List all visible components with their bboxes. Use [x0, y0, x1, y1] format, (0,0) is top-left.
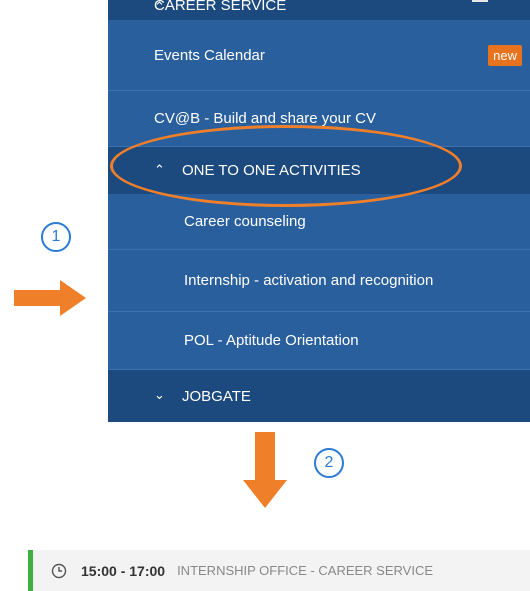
menu-item-label: Career counseling	[184, 213, 306, 230]
menu-header-career-service[interactable]: ⌃ CAREER SERVICE	[108, 0, 530, 20]
arrow-down-icon	[243, 432, 287, 508]
new-badge: new	[488, 44, 522, 66]
menu-item-label: POL - Aptitude Orientation	[184, 332, 359, 349]
menu-section-jobgate[interactable]: ⌄ JOBGATE	[108, 370, 530, 422]
chevron-up-icon: ⌃	[154, 162, 165, 177]
menu-section-label: ONE TO ONE ACTIVITIES	[182, 162, 361, 179]
menu-item-cv-builder[interactable]: CV@B - Build and share your CV	[108, 91, 530, 147]
event-row[interactable]: 15:00 - 17:00 INTERNSHIP OFFICE - CAREER…	[28, 550, 530, 591]
arrow-right-icon	[14, 280, 86, 316]
menu-item-pol-aptitude[interactable]: POL - Aptitude Orientation	[108, 312, 530, 370]
menu-item-label: CV@B - Build and share your CV	[154, 110, 376, 127]
menu-item-label: Events Calendar	[154, 46, 265, 64]
side-menu: ⌃ CAREER SERVICE Events Calendar new CV@…	[108, 0, 530, 422]
step-2-badge: 2	[314, 448, 344, 478]
menu-item-career-counseling[interactable]: Career counseling	[108, 194, 530, 250]
menu-header-label: CAREER SERVICE	[154, 0, 287, 14]
chevron-down-icon: ⌄	[154, 387, 165, 402]
step-1-badge: 1	[41, 222, 71, 252]
menu-item-events-calendar[interactable]: Events Calendar new	[108, 20, 530, 91]
event-location: INTERNSHIP OFFICE - CAREER SERVICE	[177, 563, 434, 578]
menu-item-label: Internship - activation and recognition	[184, 272, 434, 289]
chevron-up-icon: ⌃	[154, 0, 165, 14]
menu-section-label: JOBGATE	[182, 387, 251, 405]
grid-icon	[472, 0, 488, 2]
menu-section-one-to-one[interactable]: ⌃ ONE TO ONE ACTIVITIES	[108, 147, 530, 194]
menu-item-internship[interactable]: Internship - activation and recognition	[108, 250, 530, 312]
clock-icon	[51, 563, 67, 578]
event-time: 15:00 - 17:00	[81, 562, 166, 579]
